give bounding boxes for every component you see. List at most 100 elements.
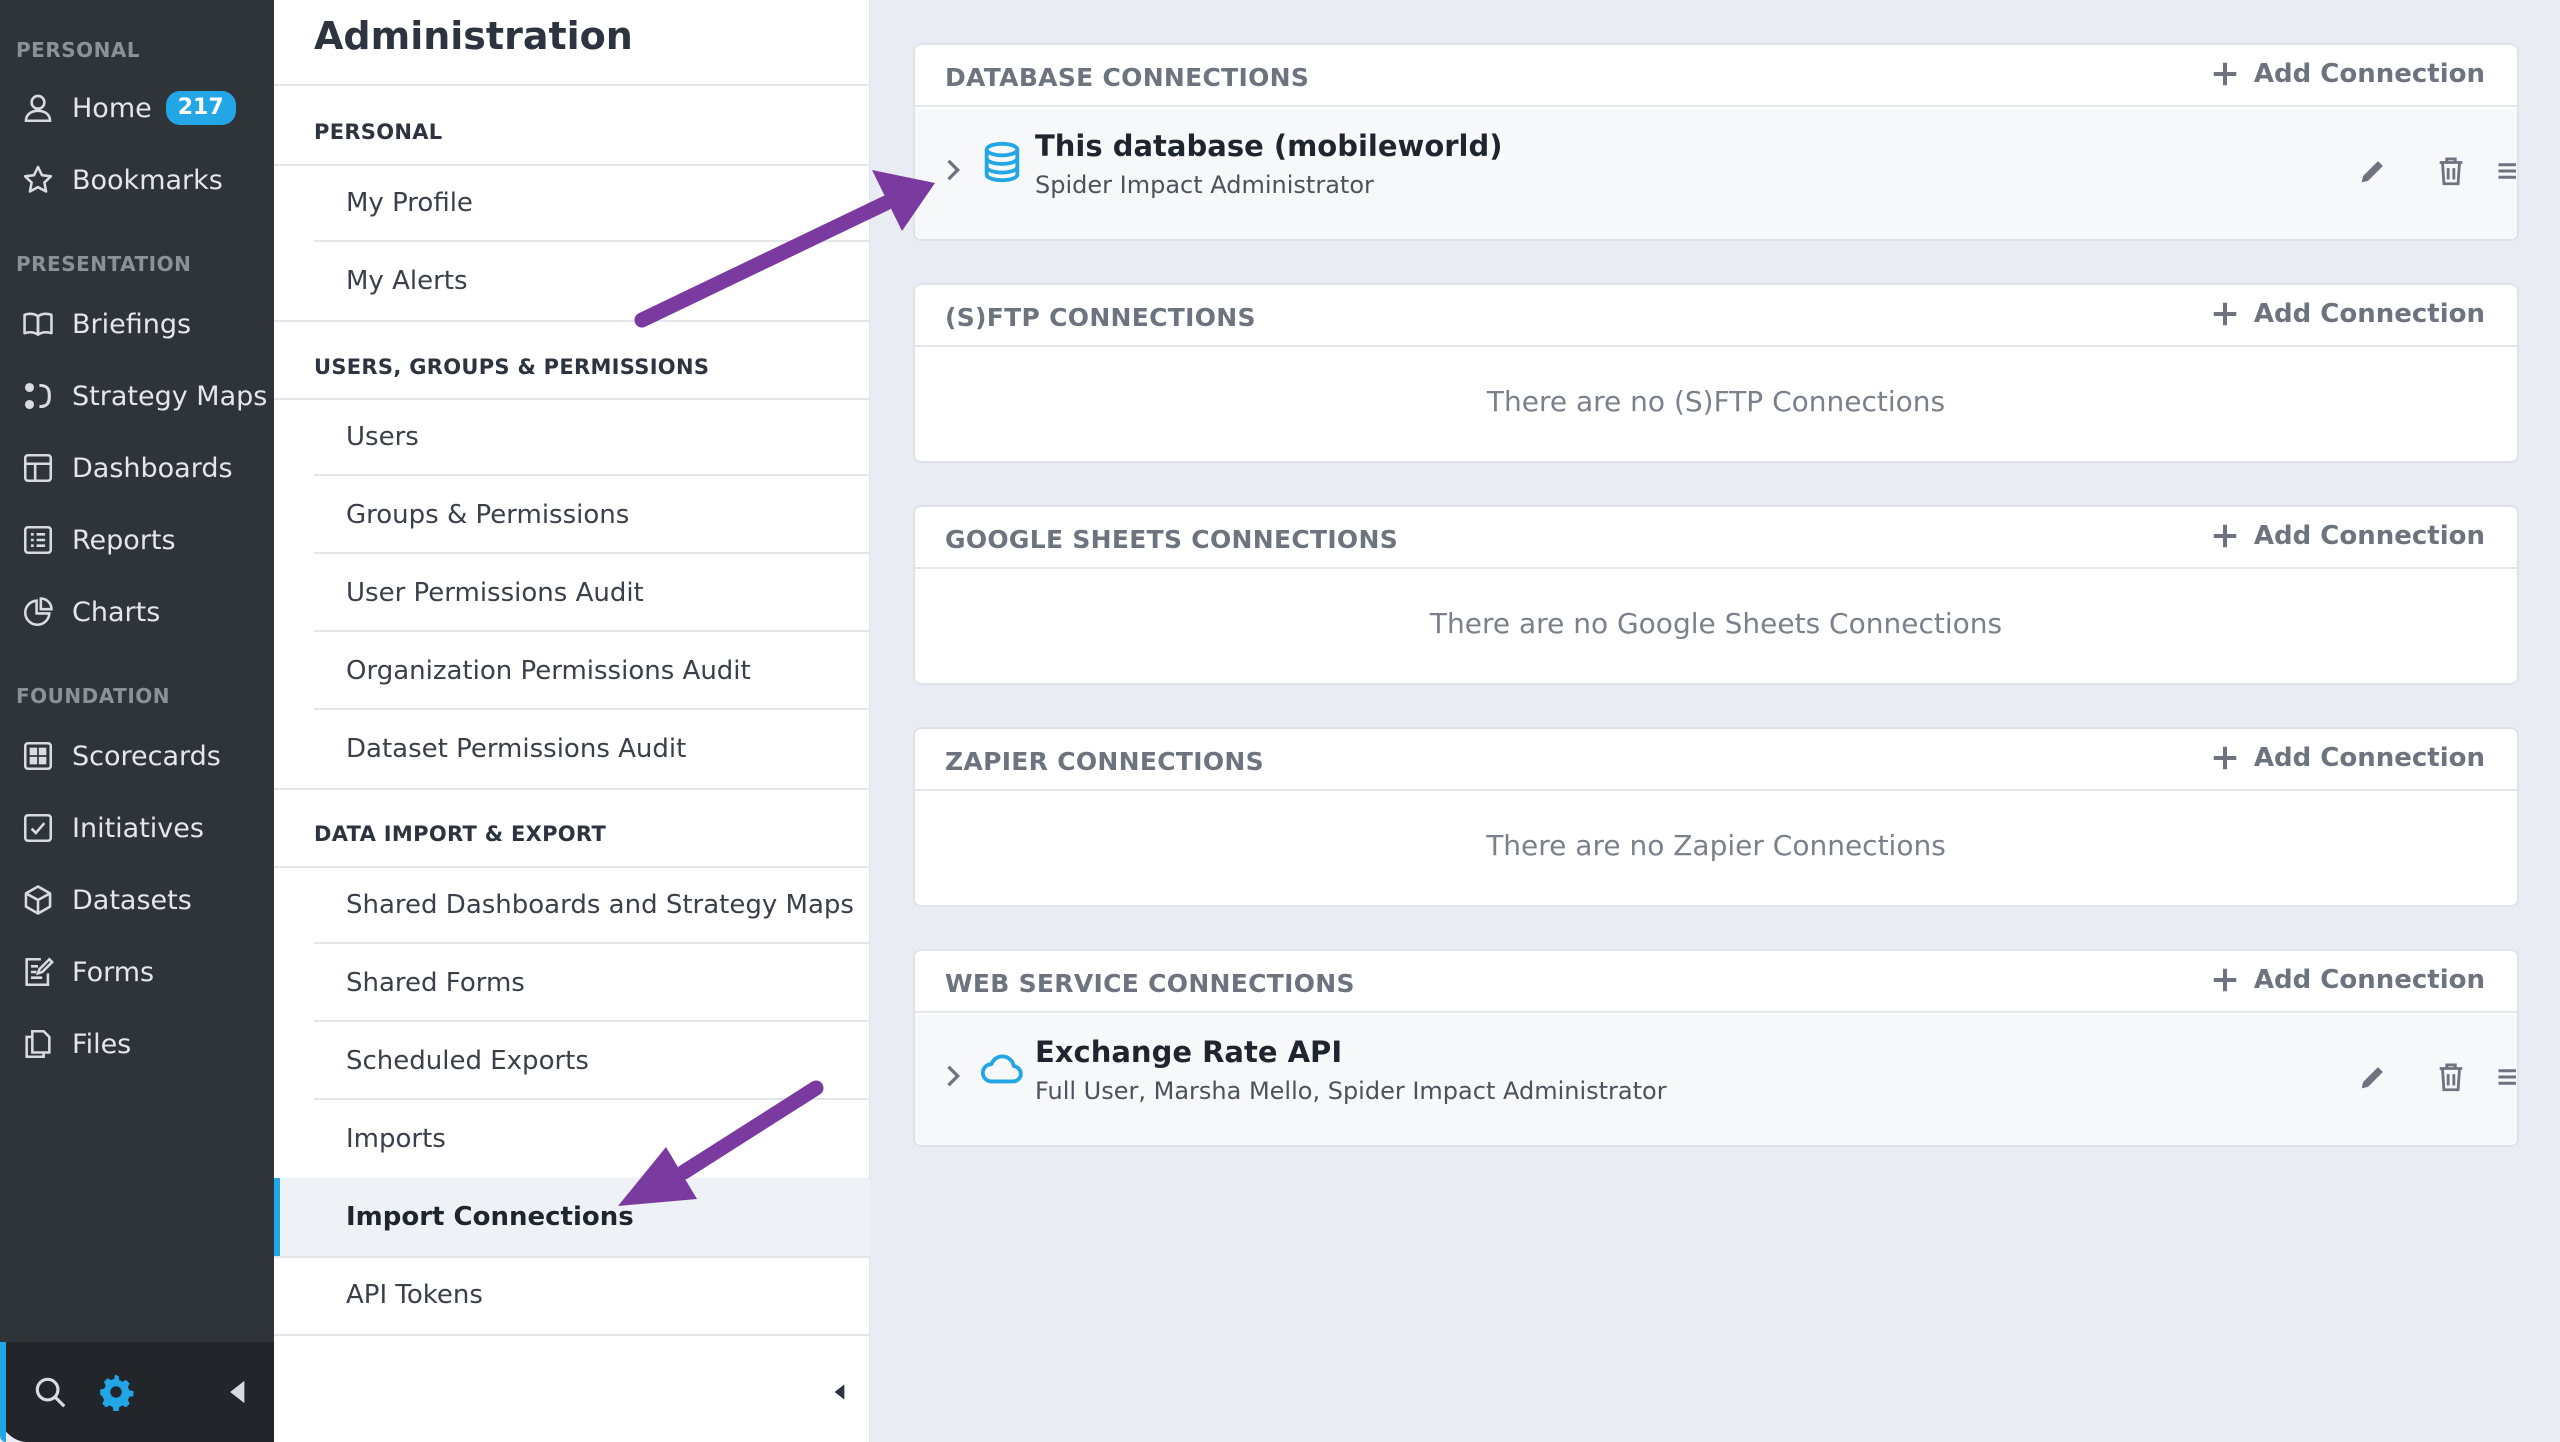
sidebar-item-dashboards[interactable]: Dashboards (0, 440, 274, 496)
sidebar-item-strategy-maps[interactable]: Strategy Maps (0, 368, 274, 424)
admin-item-label: Groups & Permissions (346, 500, 630, 530)
admin-item-import-connections[interactable]: Import Connections (274, 1178, 870, 1256)
admin-item-label: User Permissions Audit (346, 578, 644, 608)
sidebar-footer (0, 1342, 274, 1442)
page-title: Administration (314, 14, 633, 58)
sidebar-item-bookmarks[interactable]: Bookmarks (0, 152, 274, 208)
edit-button[interactable] (2353, 1057, 2393, 1097)
admin-item-my-profile[interactable]: My Profile (274, 164, 870, 242)
scorecard-icon (18, 736, 58, 776)
drag-handle[interactable] (2491, 151, 2521, 191)
sidebar-item-label: Dashboards (72, 452, 233, 484)
connection-row[interactable]: Exchange Rate API Full User, Marsha Mell… (915, 1015, 2517, 1145)
sidebar-item-label: Strategy Maps (72, 380, 268, 412)
admin-item-groups-permissions[interactable]: Groups & Permissions (274, 476, 870, 554)
admin-item-label: Shared Forms (346, 968, 525, 998)
search-icon[interactable] (26, 1368, 74, 1416)
divider (274, 84, 870, 86)
admin-item-label: Import Connections (346, 1202, 634, 1232)
gear-icon[interactable] (92, 1368, 140, 1416)
sidebar-item-reports[interactable]: Reports (0, 512, 274, 568)
delete-button[interactable] (2431, 1057, 2471, 1097)
sidebar-item-datasets[interactable]: Datasets (0, 872, 274, 928)
pencil-icon (2361, 161, 2383, 183)
add-web-service-connection-button[interactable]: Add Connection (2210, 965, 2485, 995)
delete-button[interactable] (2431, 151, 2471, 191)
admin-item-shared-dashboards-strategy-maps[interactable]: Shared Dashboards and Strategy Maps (274, 866, 870, 944)
admin-item-my-alerts[interactable]: My Alerts (274, 242, 870, 320)
add-connection-label: Add Connection (2253, 59, 2485, 89)
admin-item-user-permissions-audit[interactable]: User Permissions Audit (274, 554, 870, 632)
admin-item-label: API Tokens (346, 1280, 483, 1310)
empty-state-message: There are no Zapier Connections (1486, 829, 1946, 862)
divider (274, 320, 870, 322)
admin-item-shared-forms[interactable]: Shared Forms (274, 944, 870, 1022)
sidebar-item-label: Files (72, 1028, 132, 1060)
pie-chart-icon (18, 592, 58, 632)
trash-icon (2439, 1063, 2463, 1092)
plus-icon (2213, 746, 2237, 770)
admin-item-label: My Profile (346, 188, 473, 218)
card-title: ZAPIER CONNECTIONS (945, 747, 1264, 776)
collapse-menu-button[interactable] (822, 1374, 858, 1410)
connection-name: Exchange Rate API (1035, 1035, 1343, 1069)
administration-menu: Administration PERSONAL My Profile My Al… (274, 0, 870, 1442)
admin-item-label: Scheduled Exports (346, 1046, 589, 1076)
sidebar-item-label: Home (72, 92, 152, 124)
add-zapier-connection-button[interactable]: Add Connection (2210, 743, 2485, 773)
chevron-right-icon[interactable] (943, 155, 965, 185)
caret-left-icon[interactable] (214, 1368, 262, 1416)
web-service-connections-card: WEB SERVICE CONNECTIONS Add Connection E… (913, 949, 2519, 1147)
sidebar-item-forms[interactable]: Forms (0, 944, 274, 1000)
admin-item-imports[interactable]: Imports (274, 1100, 870, 1178)
sidebar-item-briefings[interactable]: Briefings (0, 296, 274, 352)
add-database-connection-button[interactable]: Add Connection (2210, 59, 2485, 89)
sftp-connections-card: (S)FTP CONNECTIONS Add Connection There … (913, 283, 2519, 463)
plus-icon (2213, 524, 2237, 548)
admin-item-users[interactable]: Users (274, 398, 870, 476)
edit-button[interactable] (2353, 151, 2393, 191)
admin-item-label: Dataset Permissions Audit (346, 734, 687, 764)
add-sftp-connection-button[interactable]: Add Connection (2210, 299, 2485, 329)
sidebar-item-label: Charts (72, 596, 161, 628)
form-icon (18, 952, 58, 992)
caret-left-icon (834, 1384, 845, 1400)
strategy-map-icon (18, 376, 58, 416)
sidebar-item-charts[interactable]: Charts (0, 584, 274, 640)
star-icon (18, 160, 58, 200)
sidebar-item-label: Datasets (72, 884, 192, 916)
admin-item-label: Users (346, 422, 419, 452)
admin-item-label: Imports (346, 1124, 446, 1154)
admin-section-personal: PERSONAL (314, 120, 443, 144)
sidebar-section-personal: PERSONAL (16, 38, 141, 62)
drag-handle-icon (2498, 163, 2516, 179)
drag-handle[interactable] (2491, 1057, 2521, 1097)
main-sidebar: PERSONAL Home 217 Bookmarks PRESENTATION… (0, 0, 274, 1442)
plus-icon (2213, 302, 2237, 326)
admin-item-scheduled-exports[interactable]: Scheduled Exports (274, 1022, 870, 1100)
report-icon (18, 520, 58, 560)
sidebar-item-label: Bookmarks (72, 164, 223, 196)
card-title: DATABASE CONNECTIONS (945, 63, 1310, 92)
sidebar-item-label: Scorecards (72, 740, 221, 772)
admin-item-dataset-permissions-audit[interactable]: Dataset Permissions Audit (274, 710, 870, 788)
user-icon (18, 88, 58, 128)
plus-icon (2213, 968, 2237, 992)
sidebar-item-home[interactable]: Home 217 (0, 80, 274, 136)
admin-item-api-tokens[interactable]: API Tokens (274, 1256, 870, 1334)
card-header: ZAPIER CONNECTIONS Add Connection (915, 729, 2517, 791)
sidebar-item-files[interactable]: Files (0, 1016, 274, 1072)
database-connections-card: DATABASE CONNECTIONS Add Connection This… (913, 43, 2519, 241)
chevron-right-icon[interactable] (943, 1061, 965, 1091)
book-icon (18, 304, 58, 344)
connection-row[interactable]: This database (mobileworld) Spider Impac… (915, 109, 2517, 239)
add-google-sheets-connection-button[interactable]: Add Connection (2210, 521, 2485, 551)
drag-handle-icon (2498, 1069, 2516, 1085)
trash-icon (2439, 157, 2463, 186)
sidebar-item-scorecards[interactable]: Scorecards (0, 728, 274, 784)
plus-icon (2213, 62, 2237, 86)
admin-section-data-import-export: DATA IMPORT & EXPORT (314, 822, 607, 846)
sidebar-item-label: Forms (72, 956, 155, 988)
sidebar-item-initiatives[interactable]: Initiatives (0, 800, 274, 856)
admin-item-organization-permissions-audit[interactable]: Organization Permissions Audit (274, 632, 870, 710)
